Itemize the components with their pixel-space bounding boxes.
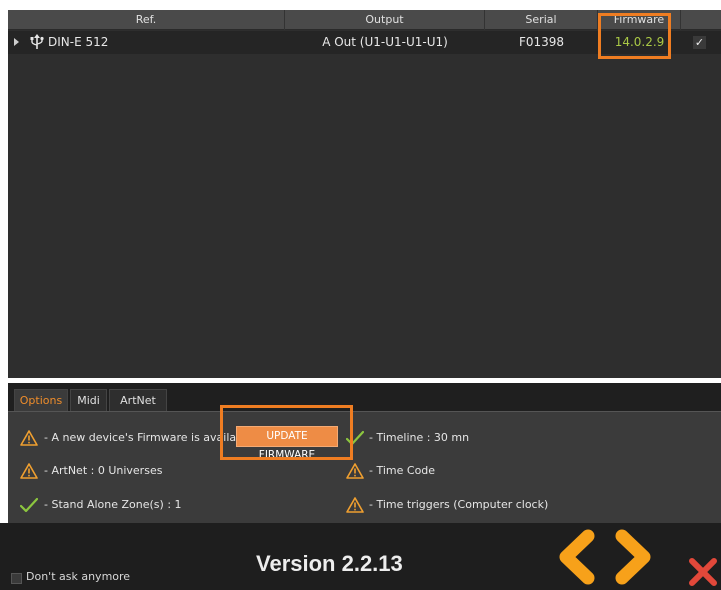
checkmark-icon — [20, 497, 38, 513]
tab-midi[interactable]: Midi — [70, 389, 107, 411]
chevron-left-icon[interactable] — [556, 528, 600, 586]
dont-ask-checkbox[interactable] — [11, 573, 22, 584]
row-enabled-checkbox[interactable]: ✓ — [693, 36, 706, 49]
chevron-right-icon[interactable] — [610, 528, 654, 586]
column-header-ref[interactable]: Ref. — [8, 10, 285, 30]
footer: Don't ask anymore Version 2.2.13 — [0, 523, 721, 590]
row-ref: DIN-E 512 — [48, 35, 109, 49]
row-output: A Out (U1-U1-U1-U1) — [322, 35, 448, 49]
warning-icon — [346, 497, 364, 513]
version-label: Version 2.2.13 — [256, 551, 403, 576]
timeline-status-text: - Timeline : 30 mn — [369, 431, 470, 444]
warning-icon — [346, 463, 364, 479]
column-header-enabled — [681, 10, 721, 30]
standalone-status-text: - Stand Alone Zone(s) : 1 — [44, 498, 182, 511]
options-panel: Options Midi ArtNet - A new device's Fir… — [8, 383, 721, 523]
row-serial: F01398 — [518, 35, 565, 49]
firmware-highlight-box — [598, 13, 671, 59]
tab-artnet[interactable]: ArtNet — [109, 389, 167, 411]
warning-icon — [20, 463, 38, 479]
close-icon[interactable] — [688, 557, 718, 587]
expand-arrow-icon[interactable] — [14, 38, 19, 46]
usb-icon — [30, 34, 44, 49]
device-table: Ref. Output Serial Firmware DIN-E 512 A … — [8, 10, 721, 378]
column-header-output[interactable]: Output — [285, 10, 485, 30]
time-triggers-status-text: - Time triggers (Computer clock) — [369, 498, 549, 511]
warning-icon — [20, 430, 38, 446]
column-header-serial[interactable]: Serial — [485, 10, 598, 30]
options-tab-content: - A new device's Firmware is available -… — [8, 411, 721, 523]
update-highlight-box — [220, 405, 353, 460]
artnet-status-text: - ArtNet : 0 Universes — [44, 464, 163, 477]
dont-ask-label[interactable]: Don't ask anymore — [26, 570, 130, 583]
tab-options[interactable]: Options — [14, 389, 68, 411]
timecode-status-text: - Time Code — [369, 464, 436, 477]
